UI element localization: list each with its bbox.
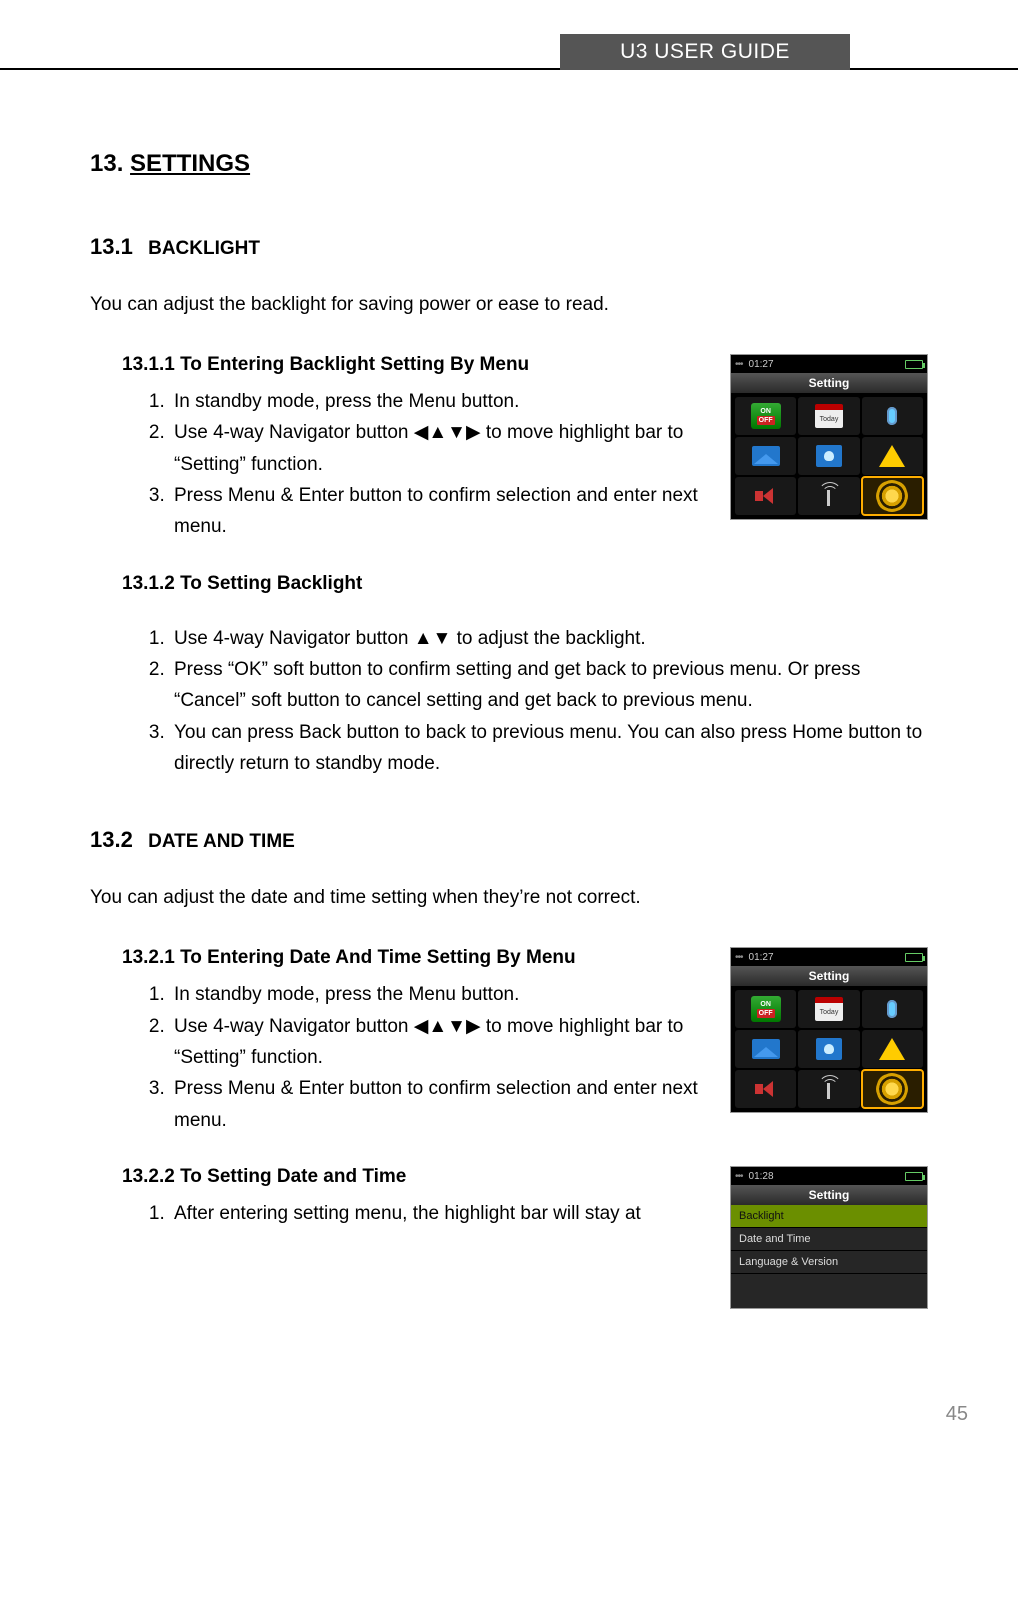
battery-icon (905, 953, 923, 962)
heading-13-1: 13.1 BACKLIGHT (90, 234, 928, 260)
device-clock: 01:27 (749, 359, 774, 370)
signal-dots-icon: ••• (735, 1171, 743, 1182)
device-menu-grid: ONOFF Today (731, 393, 927, 519)
heading-13-number: 13. (90, 150, 123, 177)
device-screen-title: Setting (731, 966, 927, 986)
device-clock: 01:27 (749, 952, 774, 963)
setting-row-backlight: Backlight (731, 1205, 927, 1228)
device-screenshot-setting-list: ••• 01:28 Setting Backlight Date and Tim… (730, 1166, 928, 1309)
device-clock: 01:28 (749, 1171, 774, 1182)
steps-13-1-2: Use 4-way Navigator button ▲▼ to adjust … (122, 623, 928, 780)
heading-13-1-1: 13.1.1 To Entering Backlight Setting By … (122, 354, 718, 376)
heading-13-1-2: 13.1.2 To Setting Backlight (122, 573, 928, 595)
heading-13-2-title: DATE AND TIME (148, 831, 295, 852)
list-item: Press “OK” soft button to confirm settin… (170, 654, 928, 717)
menu-setting-selected (862, 1070, 923, 1108)
menu-setting-selected (862, 477, 923, 515)
device-status-bar: ••• 01:27 (731, 948, 927, 966)
menu-alert (862, 437, 923, 475)
menu-contacts (798, 1030, 859, 1068)
heading-13-2-1: 13.2.1 To Entering Date And Time Setting… (122, 947, 718, 969)
menu-sound (735, 1070, 796, 1108)
steps-13-2-1: In standby mode, press the Menu button. … (122, 979, 718, 1136)
device-screen-title: Setting (731, 1185, 927, 1205)
header-title: U3 USER GUIDE (560, 34, 850, 70)
intro-13-1: You can adjust the backlight for saving … (90, 294, 928, 316)
heading-13-settings: 13. SETTINGS (90, 150, 928, 178)
device-menu-grid: ONOFF Today (731, 986, 927, 1112)
battery-icon (905, 360, 923, 369)
menu-onoff: ONOFF (735, 397, 796, 435)
menu-contacts (798, 437, 859, 475)
page-number: 45 (0, 1403, 968, 1426)
setting-row-language: Language & Version (731, 1251, 927, 1274)
list-item: After entering setting menu, the highlig… (170, 1198, 718, 1229)
device-status-bar: ••• 01:28 (731, 1167, 927, 1185)
header-rule-left (0, 34, 560, 70)
menu-mic (862, 990, 923, 1028)
menu-onoff: ONOFF (735, 990, 796, 1028)
list-item: Use 4-way Navigator button ◀▲▼▶ to move … (170, 417, 718, 480)
list-item: In standby mode, press the Menu button. (170, 386, 718, 417)
device-screen-title: Setting (731, 373, 927, 393)
setting-list-blank (731, 1274, 927, 1308)
gear-icon (879, 1076, 905, 1102)
steps-13-2-2: After entering setting menu, the highlig… (122, 1198, 718, 1229)
menu-mail (735, 437, 796, 475)
intro-13-2: You can adjust the date and time setting… (90, 887, 928, 909)
menu-network (798, 477, 859, 515)
setting-row-datetime: Date and Time (731, 1228, 927, 1251)
device-setting-list: Backlight Date and Time Language & Versi… (731, 1205, 927, 1308)
menu-calendar: Today (798, 397, 859, 435)
menu-mic (862, 397, 923, 435)
list-item: Use 4-way Navigator button ◀▲▼▶ to move … (170, 1011, 718, 1074)
heading-13-2: 13.2 DATE AND TIME (90, 827, 928, 853)
menu-sound (735, 477, 796, 515)
doc-header: U3 USER GUIDE (0, 0, 1018, 70)
battery-icon (905, 1172, 923, 1181)
header-rule-right (850, 34, 1018, 70)
menu-alert (862, 1030, 923, 1068)
device-screenshot-setting-grid-1: ••• 01:27 Setting ONOFF Today (730, 354, 928, 520)
device-screenshot-setting-grid-2: ••• 01:27 Setting ONOFF Today (730, 947, 928, 1113)
gear-icon (879, 483, 905, 509)
menu-network (798, 1070, 859, 1108)
signal-dots-icon: ••• (735, 359, 743, 370)
signal-dots-icon: ••• (735, 952, 743, 963)
list-item: Press Menu & Enter button to confirm sel… (170, 480, 718, 543)
heading-13-2-2: 13.2.2 To Setting Date and Time (122, 1166, 718, 1188)
list-item: Press Menu & Enter button to confirm sel… (170, 1073, 718, 1136)
list-item: Use 4-way Navigator button ▲▼ to adjust … (170, 623, 928, 654)
list-item: You can press Back button to back to pre… (170, 717, 928, 780)
heading-13-1-title: BACKLIGHT (148, 238, 260, 259)
device-status-bar: ••• 01:27 (731, 355, 927, 373)
menu-mail (735, 1030, 796, 1068)
steps-13-1-1: In standby mode, press the Menu button. … (122, 386, 718, 543)
menu-calendar: Today (798, 990, 859, 1028)
heading-13-title: SETTINGS (130, 150, 250, 177)
heading-13-1-number: 13.1 (90, 234, 133, 259)
heading-13-2-number: 13.2 (90, 827, 133, 852)
page-body: 13. SETTINGS 13.1 BACKLIGHT You can adju… (0, 70, 1018, 1333)
list-item: In standby mode, press the Menu button. (170, 979, 718, 1010)
